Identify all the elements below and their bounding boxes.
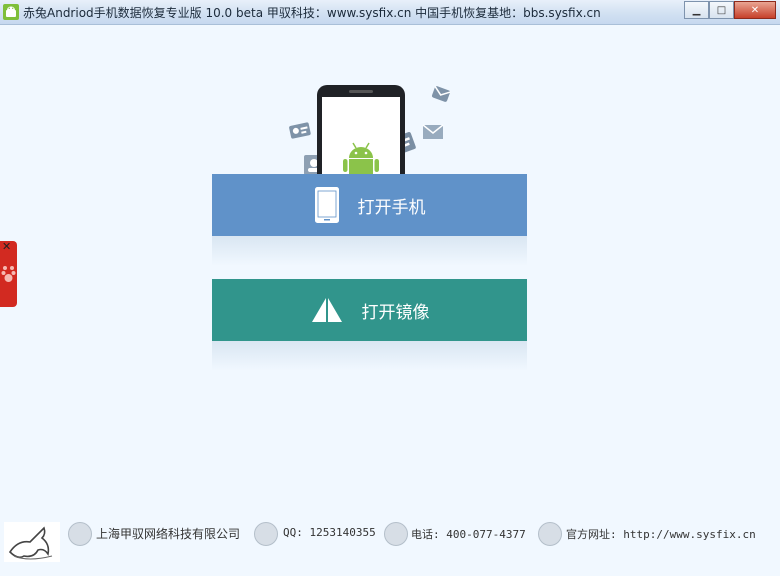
mail-icon [422,124,444,139]
android-icon [343,142,379,174]
side-widget[interactable]: ✕ [0,241,17,307]
open-phone-label: 打开手机 [357,197,426,218]
title-bar: 赤兔Andriod手机数据恢复专业版 10.0 beta 甲驭科技：www.sy… [0,0,780,25]
close-button[interactable]: ✕ [734,1,776,19]
minimize-button[interactable]: ▁ [684,1,709,19]
open-image-button[interactable]: 打开镜像 [212,279,527,341]
contact-card-icon [289,122,311,139]
maximize-button[interactable]: □ [709,1,734,19]
phone-icon [384,522,408,546]
website-link[interactable]: 官方网址: http://www.sysfix.cn [566,526,756,542]
app-icon [3,4,19,20]
open-image-label: 打开镜像 [361,302,430,323]
horse-logo [4,522,60,562]
main-area: 打开手机 打开镜像 ✕ 上海甲驭网络科技有限公司 QQ: 1253140355 [0,25,780,576]
phone-illustration [317,85,405,174]
footer: 上海甲驭网络科技有限公司 QQ: 1253140355 电话: 400-077-… [0,522,780,562]
phone-icon [314,187,339,223]
phone-number: 电话: 400-077-4377 [411,528,526,541]
qq-number: QQ: 1253140355 [283,526,376,539]
close-icon[interactable]: ✕ [2,241,11,253]
window-title: 赤兔Andriod手机数据恢复专业版 10.0 beta 甲驭科技：www.sy… [23,6,601,20]
paw-icon [1,266,16,282]
building-icon [68,522,92,546]
qq-icon [254,522,278,546]
sail-icon [311,298,342,322]
globe-icon [538,522,562,546]
open-phone-button[interactable]: 打开手机 [212,174,527,236]
company-name: 上海甲驭网络科技有限公司 [96,527,241,541]
message-icon [431,86,451,102]
